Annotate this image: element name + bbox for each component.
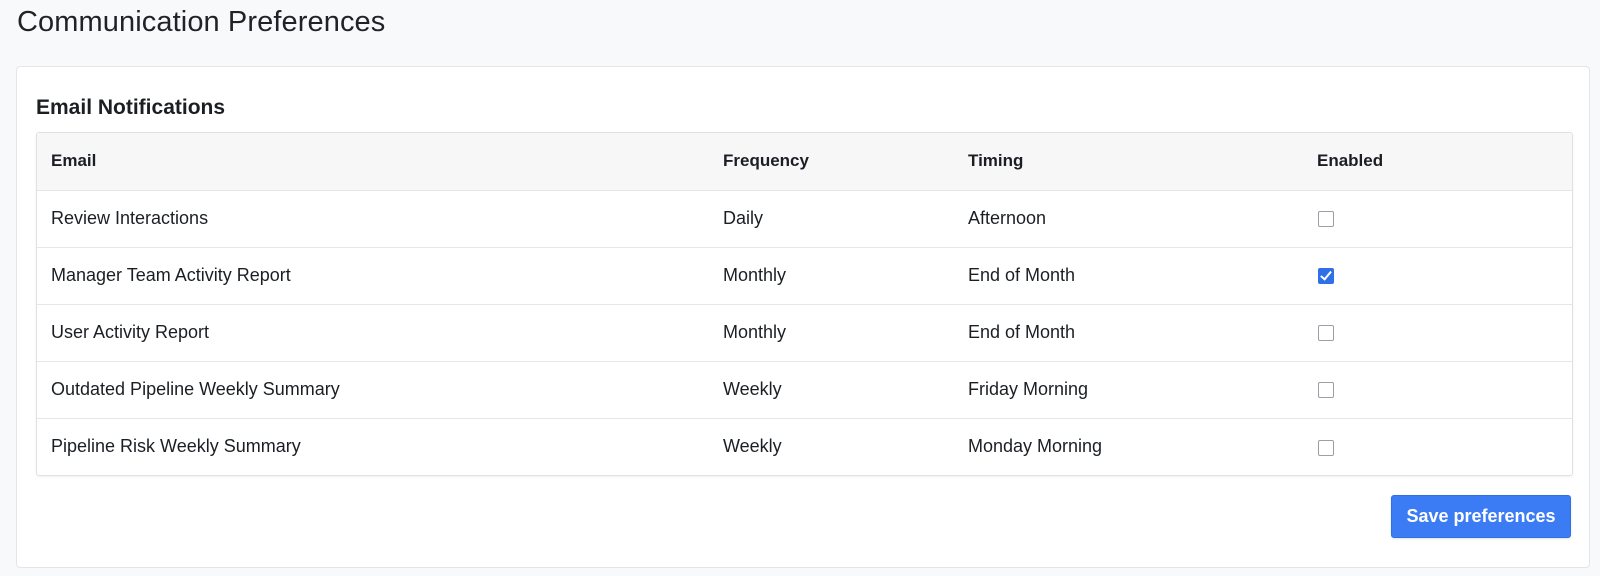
enabled-cell bbox=[1303, 361, 1572, 418]
frequency-cell: Monthly bbox=[723, 265, 787, 285]
enabled-cell bbox=[1303, 247, 1572, 304]
enabled-checkbox[interactable] bbox=[1318, 439, 1334, 456]
enabled-checkbox[interactable] bbox=[1318, 211, 1334, 228]
frequency-cell: Daily bbox=[723, 208, 764, 228]
frequency-cell: Weekly bbox=[723, 379, 782, 399]
table-row: Manager Team Activity Report Monthly End… bbox=[37, 247, 1572, 304]
timing-cell: End of Month bbox=[968, 322, 1076, 342]
timing-cell: End of Month bbox=[968, 265, 1076, 285]
column-header-timing: Timing bbox=[968, 151, 1024, 171]
timing-cell: Friday Morning bbox=[968, 379, 1089, 399]
section-title: Email Notifications bbox=[36, 96, 226, 119]
column-header-email: Email bbox=[51, 151, 97, 171]
table-header-row: Email Frequency Timing Enabled bbox=[37, 133, 1572, 190]
notifications-table: Email Frequency Timing Enabled Review In… bbox=[37, 133, 1572, 475]
enabled-checkbox[interactable] bbox=[1318, 325, 1334, 342]
email-cell: Review Interactions bbox=[51, 208, 209, 228]
enabled-cell bbox=[1303, 418, 1572, 475]
table-row: User Activity Report Monthly End of Mont… bbox=[37, 304, 1572, 361]
enabled-cell bbox=[1303, 190, 1572, 247]
frequency-cell: Weekly bbox=[723, 436, 782, 457]
notifications-table-container: Email Frequency Timing Enabled Review In… bbox=[36, 132, 1573, 476]
save-preferences-button[interactable]: Save preferences bbox=[1391, 495, 1571, 538]
frequency-cell: Monthly bbox=[723, 322, 787, 342]
table-row: Pipeline Risk Weekly Summary Weekly Mond… bbox=[37, 418, 1572, 475]
table-body: Review Interactions Daily Afternoon Mana… bbox=[37, 190, 1572, 475]
email-cell: Pipeline Risk Weekly Summary bbox=[51, 436, 301, 457]
email-notifications-card: Email Notifications Email Frequency Timi… bbox=[16, 66, 1590, 568]
page-title: Communication Preferences bbox=[17, 6, 386, 38]
enabled-checkbox-checked[interactable] bbox=[1318, 268, 1334, 285]
email-cell: Outdated Pipeline Weekly Summary bbox=[51, 379, 340, 399]
column-header-frequency: Frequency bbox=[723, 151, 809, 171]
column-header-enabled: Enabled bbox=[1317, 151, 1384, 171]
table-row: Outdated Pipeline Weekly Summary Weekly … bbox=[37, 361, 1572, 418]
timing-cell: Monday Morning bbox=[968, 436, 1103, 457]
timing-cell: Afternoon bbox=[968, 208, 1047, 228]
email-cell: User Activity Report bbox=[51, 322, 210, 342]
enabled-cell bbox=[1303, 304, 1572, 361]
email-cell: Manager Team Activity Report bbox=[51, 265, 291, 285]
table-row: Review Interactions Daily Afternoon bbox=[37, 190, 1572, 247]
table-header: Email Frequency Timing Enabled bbox=[37, 133, 1572, 190]
enabled-checkbox[interactable] bbox=[1318, 382, 1334, 399]
